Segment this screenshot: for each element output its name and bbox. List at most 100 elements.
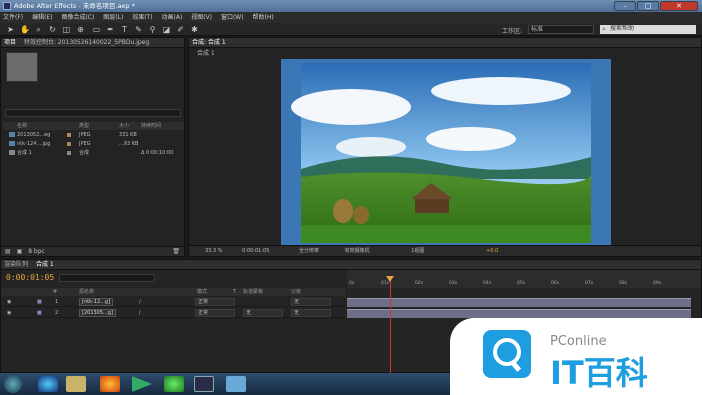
folder-icon[interactable]: ▤: [5, 248, 11, 255]
puppet-tool-icon[interactable]: ✱: [190, 25, 199, 34]
list-item[interactable]: ntk-124....jpg JPEG ...93 KB: [3, 140, 184, 148]
item-type: 合成: [79, 150, 90, 156]
media-player-icon[interactable]: [132, 376, 152, 392]
col-source-name[interactable]: 源名称: [79, 288, 94, 296]
pickwhip-icon[interactable]: /: [139, 297, 141, 307]
clone-stamp-icon[interactable]: ⚲: [148, 25, 157, 34]
col-size[interactable]: 大小: [119, 122, 129, 130]
col-type[interactable]: 类型: [79, 122, 89, 130]
search-icon: ⌕: [602, 25, 606, 33]
eraser-icon[interactable]: ◪: [162, 25, 171, 34]
pconline-logo-icon: [483, 330, 531, 378]
timecode-display[interactable]: 0:00:01:05: [6, 273, 54, 282]
zoom-tool-icon[interactable]: ⌕: [34, 25, 43, 34]
pan-behind-icon[interactable]: ⊕: [76, 25, 85, 34]
ie-icon[interactable]: [38, 376, 58, 392]
workspace-select[interactable]: 标准: [528, 25, 594, 34]
firefox-icon[interactable]: [100, 376, 120, 392]
app-icon[interactable]: [164, 376, 184, 392]
resolution-select[interactable]: 全分辨率: [299, 248, 319, 254]
trkmat-select[interactable]: 无: [243, 309, 283, 317]
eye-icon[interactable]: ◉: [7, 308, 11, 318]
mask-tool-icon[interactable]: ▭: [92, 25, 101, 34]
camera-tool-icon[interactable]: ◫: [62, 25, 71, 34]
pen-tool-icon[interactable]: ✒: [106, 25, 115, 34]
timeline-tabs: 渲染队列 合成 1: [1, 260, 701, 270]
col-parent[interactable]: 父级: [291, 288, 301, 296]
roto-brush-icon[interactable]: ✐: [176, 25, 185, 34]
text-tool-icon[interactable]: T: [120, 25, 129, 34]
table-row[interactable]: ◉ ■ 2 [201305...g] / 正常 无 无: [1, 308, 345, 318]
maximize-button[interactable]: □: [637, 1, 659, 11]
col-trkmat[interactable]: 轨道蒙板: [243, 288, 263, 296]
mode-select[interactable]: 正常: [195, 309, 235, 317]
current-time[interactable]: 0:00:01:05: [242, 248, 269, 254]
current-time-indicator[interactable]: [390, 276, 391, 374]
ruler-tick: 08s: [619, 281, 628, 286]
zoom-select[interactable]: 33.3 %: [205, 248, 222, 254]
label-swatch: [67, 133, 71, 137]
col-mode[interactable]: 模式: [197, 288, 207, 296]
menu-effect[interactable]: 效果(T): [132, 14, 152, 21]
composition-canvas[interactable]: [281, 59, 611, 246]
menu-window[interactable]: 窗口(W): [221, 14, 244, 21]
explorer-icon[interactable]: [66, 376, 86, 392]
layer-name[interactable]: [ntk-12...g]: [79, 298, 114, 306]
menu-help[interactable]: 帮助(H): [252, 14, 273, 21]
comp-subtab[interactable]: 合成 1: [197, 49, 215, 58]
brush-tool-icon[interactable]: ✎: [134, 25, 143, 34]
menu-file[interactable]: 文件(F): [3, 14, 23, 21]
menu-layer[interactable]: 图层(L): [103, 14, 123, 21]
views-select[interactable]: 1视图: [411, 248, 424, 254]
close-button[interactable]: ✕: [660, 1, 698, 11]
exposure-value[interactable]: +0.0: [486, 248, 498, 254]
pickwhip-icon[interactable]: /: [139, 308, 141, 318]
list-item[interactable]: 合成 1 合成 Δ 0:00:10:00: [3, 149, 184, 157]
layer-name[interactable]: [201305...g]: [79, 309, 116, 317]
tab-effect-controls[interactable]: 特效控制台: 20130526140022_5PBDu.jpeg: [24, 38, 149, 47]
list-item[interactable]: 2013052...eg JPEG 331 KB: [3, 131, 184, 139]
eye-icon[interactable]: ◉: [7, 297, 11, 307]
parent-select[interactable]: 无: [291, 309, 331, 317]
start-button[interactable]: [4, 375, 22, 393]
new-comp-icon[interactable]: ▣: [17, 248, 23, 255]
item-type: JPEG: [79, 132, 91, 138]
app-icon[interactable]: [226, 376, 246, 392]
image-file-icon: [9, 132, 15, 137]
menu-view[interactable]: 视图(V): [191, 14, 212, 21]
parent-select[interactable]: 无: [291, 298, 331, 306]
layer-bar[interactable]: [347, 309, 691, 318]
after-effects-icon[interactable]: [194, 376, 214, 392]
item-name: ntk-124....jpg: [17, 141, 51, 147]
help-search-input[interactable]: ⌕ 搜索帮助: [600, 25, 696, 34]
hand-tool-icon[interactable]: ✋: [20, 25, 30, 34]
camera-select[interactable]: 有效摄像机: [345, 248, 370, 254]
tab-render-queue[interactable]: 渲染队列: [4, 260, 28, 269]
selection-tool-icon[interactable]: ➤: [6, 25, 15, 34]
tab-comp-1[interactable]: 合成 1: [36, 260, 54, 269]
time-ruler[interactable]: 0s 01s 02s 03s 04s 05s 06s 07s 08s 09s: [347, 270, 701, 288]
layer-column-header: # 源名称 模式 T 轨道蒙板 父级: [1, 288, 345, 296]
app-icon: [3, 2, 11, 10]
col-duration[interactable]: 持续时间: [141, 122, 161, 130]
layer-bar[interactable]: [347, 298, 691, 307]
mode-select[interactable]: 正常: [195, 298, 235, 306]
table-row[interactable]: ◉ ■ 1 [ntk-12...g] / 正常 无: [1, 297, 345, 307]
comp-tabs: 合成: 合成 1: [189, 38, 701, 48]
menu-animation[interactable]: 动画(A): [162, 14, 183, 21]
rotate-tool-icon[interactable]: ↻: [48, 25, 57, 34]
project-search-input[interactable]: [5, 109, 181, 117]
trash-icon[interactable]: 🗑: [172, 247, 180, 257]
label-swatch[interactable]: ■: [37, 308, 42, 318]
tab-composition[interactable]: 合成: 合成 1: [192, 38, 226, 47]
tab-project[interactable]: 项目: [4, 38, 16, 47]
col-name[interactable]: 名称: [17, 122, 27, 130]
minimize-button[interactable]: –: [614, 1, 636, 11]
viewer-footer: 33.3 % 0:00:01:05 全分辨率 有效摄像机 1视图 +0.0: [189, 245, 701, 256]
toolbar: ➤ ✋ ⌕ ↻ ◫ ⊕ ▭ ✒ T ✎ ⚲ ◪ ✐ ✱ 工作区: 标准 ⌕ 搜索…: [0, 23, 702, 36]
bpc-toggle[interactable]: 8 bpc: [28, 248, 45, 255]
timeline-search-input[interactable]: [59, 274, 155, 282]
menu-composition[interactable]: 图像合成(C): [61, 14, 94, 21]
label-swatch[interactable]: ■: [37, 297, 42, 307]
menu-edit[interactable]: 编辑(E): [32, 14, 52, 21]
